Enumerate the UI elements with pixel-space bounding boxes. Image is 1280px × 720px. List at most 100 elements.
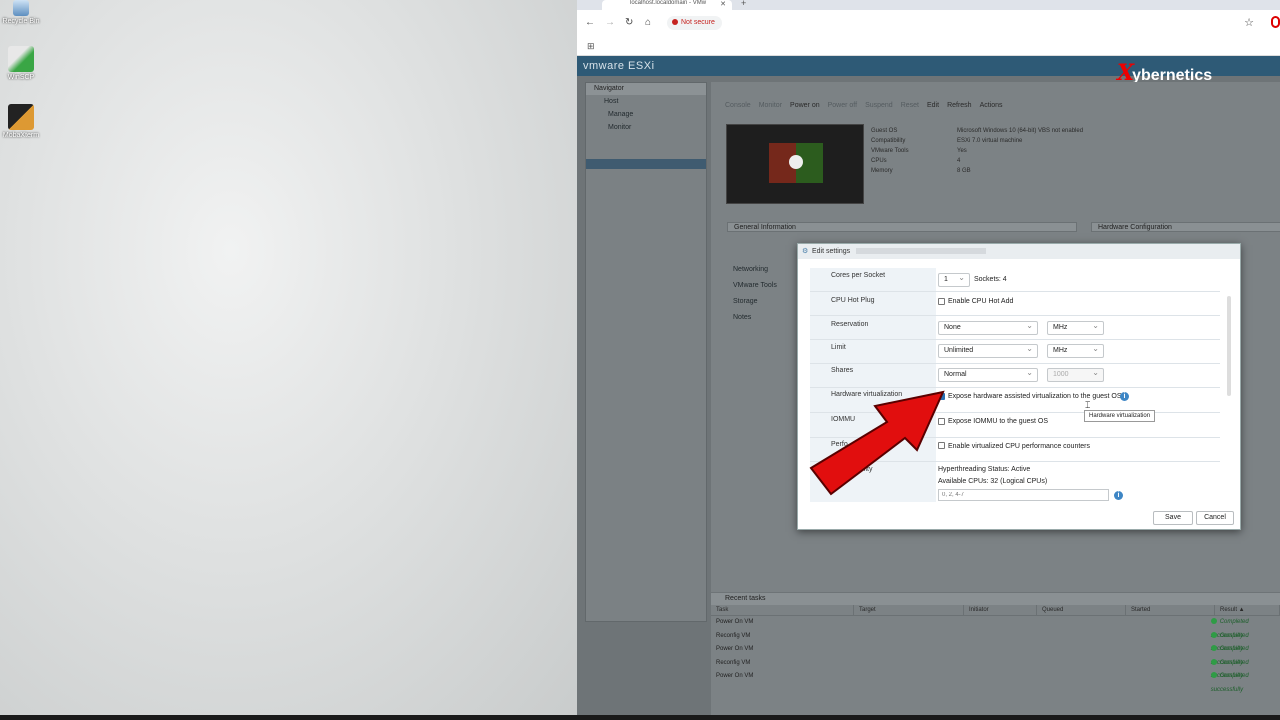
limit-unit-select[interactable]: MHz xyxy=(1047,343,1104,358)
task-name: Power On VM xyxy=(716,673,754,679)
task-row[interactable]: Reconfig VM Completed successfully xyxy=(711,657,1280,680)
info-icon[interactable]: i xyxy=(1120,392,1129,401)
prop-value: ESXi 7.0 virtual machine xyxy=(957,138,1023,144)
vm-toolbar: Console Monitor Power on Power off Suspe… xyxy=(725,102,1003,109)
col-queued[interactable]: Queued xyxy=(1037,605,1126,615)
power-off-button[interactable]: Power off xyxy=(828,102,857,109)
dialog-title: Edit settings xyxy=(812,248,851,255)
row-value: Expose IOMMU to the guest OS xyxy=(936,413,1220,437)
vm-name-redacted xyxy=(856,248,987,254)
dialog-scrollbar[interactable] xyxy=(1227,296,1231,396)
vm-console-thumbnail[interactable] xyxy=(726,124,864,204)
nav-item-selected[interactable] xyxy=(586,159,706,169)
suspend-button[interactable]: Suspend xyxy=(865,102,893,109)
shares-label: Shares xyxy=(831,367,854,374)
col-task[interactable]: Task xyxy=(711,605,854,615)
apps-grid-icon[interactable]: ⊞ xyxy=(587,41,595,52)
tab-title: localhost.localdomain - VMw xyxy=(630,0,707,6)
networking-item[interactable]: Networking xyxy=(733,262,777,278)
limit-label: Limit xyxy=(831,344,846,351)
desktop-icon-winscp[interactable]: WinSCP xyxy=(2,46,40,81)
task-row[interactable]: Power On VM Completed successfully xyxy=(711,616,1280,639)
back-icon[interactable]: ← xyxy=(585,17,595,28)
row-value: Enable CPU Hot Add xyxy=(936,292,1220,315)
reservation-select[interactable]: None xyxy=(938,320,1038,335)
new-tab-button[interactable]: + xyxy=(741,0,746,8)
console-button[interactable]: Console xyxy=(725,102,751,109)
storage-item[interactable]: Storage xyxy=(733,294,777,310)
bookmarks-bar: ⊞ xyxy=(577,36,1280,56)
desktop: Recycle Bin WinSCP MobaXterm xyxy=(0,0,577,716)
cpu-hot-add-label: Enable CPU Hot Add xyxy=(948,298,1014,305)
reset-button[interactable]: Reset xyxy=(901,102,919,109)
limit-select[interactable]: Unlimited xyxy=(938,343,1038,358)
nav-item-host[interactable]: Host xyxy=(586,95,706,108)
dialog-title-bar: ⚙ Edit settings xyxy=(798,244,1240,259)
cores-per-socket-select[interactable]: 1 xyxy=(938,272,970,287)
opera-icon[interactable] xyxy=(1271,16,1280,28)
task-name: Reconfig VM xyxy=(716,632,751,639)
general-info-list: Networking VMware Tools Storage Notes xyxy=(733,262,777,326)
actions-button[interactable]: Actions xyxy=(980,102,1003,109)
affinity-input[interactable] xyxy=(938,489,1109,501)
bookmark-star-icon[interactable]: ☆ xyxy=(1244,16,1254,29)
task-row[interactable]: Reconfig VM Completed successfully xyxy=(711,630,1280,653)
address-bar: ← → ↻ ⌂ Not secure ☆ xyxy=(577,10,1280,36)
recent-tasks-panel: Recent tasks Task Target Initiator Queue… xyxy=(711,593,1280,716)
nav-item-manage[interactable]: Manage xyxy=(586,108,706,121)
hardware-configuration-header[interactable]: Hardware Configuration xyxy=(1091,222,1280,232)
cancel-button[interactable]: Cancel xyxy=(1196,511,1234,525)
navigator-pane: Navigator Host Manage Monitor xyxy=(585,82,707,622)
nav-item-monitor[interactable]: Monitor xyxy=(586,121,706,134)
col-initiator[interactable]: Initiator xyxy=(964,605,1037,615)
prop-label: Compatibility xyxy=(871,138,906,144)
vmware-tools-item[interactable]: VMware Tools xyxy=(733,278,777,294)
forward-icon[interactable]: → xyxy=(605,17,615,28)
red-arrow-icon xyxy=(809,390,945,496)
desktop-icon-mobaxterm[interactable]: MobaXterm xyxy=(2,104,40,139)
row-value: Expose hardware assisted virtualization … xyxy=(936,388,1220,412)
row-value: None MHz xyxy=(936,316,1220,339)
edit-button[interactable]: Edit xyxy=(927,102,939,109)
save-button[interactable]: Save xyxy=(1153,511,1193,525)
security-indicator[interactable]: Not secure xyxy=(667,16,722,30)
expose-hw-virtualization-label: Expose hardware assisted virtualization … xyxy=(948,393,1122,400)
reload-icon[interactable]: ↻ xyxy=(625,17,633,28)
notes-item[interactable]: Notes xyxy=(733,310,777,326)
reservation-unit-select[interactable]: MHz xyxy=(1047,320,1104,335)
prop-value: Yes xyxy=(957,148,967,154)
refresh-button[interactable]: Refresh xyxy=(947,102,972,109)
cpu-hot-plug-row: CPU Hot Plug Enable CPU Hot Add xyxy=(810,292,1220,316)
col-started[interactable]: Started xyxy=(1126,605,1215,615)
recycle-bin-icon xyxy=(13,0,29,16)
general-information-header[interactable]: General Information xyxy=(727,222,1077,232)
col-result[interactable]: Result ▲ xyxy=(1215,605,1280,615)
prop-label: Guest OS xyxy=(871,128,898,134)
row-value: Hyperthreading Status: Active Available … xyxy=(936,462,1220,502)
info-icon[interactable]: i xyxy=(1114,491,1123,500)
desktop-icon-recycle-bin[interactable]: Recycle Bin xyxy=(2,0,40,25)
task-name: Reconfig VM xyxy=(716,659,751,666)
mouse-cursor-icon: ⌶ xyxy=(1085,400,1091,410)
navigator-title: Navigator xyxy=(586,83,706,95)
esxi-header: vmware ESXi Xybernetics xyxy=(577,56,1280,86)
shares-select[interactable]: Normal xyxy=(938,367,1038,382)
warning-icon xyxy=(672,19,678,25)
cpu-hot-add-checkbox[interactable] xyxy=(938,298,945,305)
home-icon[interactable]: ⌂ xyxy=(645,17,651,28)
cores-per-socket-label: Cores per Socket xyxy=(831,272,886,279)
row-value: 1 Sockets: 4 xyxy=(936,268,1220,291)
col-target[interactable]: Target xyxy=(854,605,964,615)
power-on-button[interactable]: Power on xyxy=(790,102,820,109)
task-result: Completed successfully xyxy=(1211,630,1280,653)
hardware-virtualization-tooltip: Hardware virtualization xyxy=(1084,410,1156,422)
task-row[interactable]: Power On VM Completed successfully xyxy=(711,643,1280,666)
browser-tab[interactable]: localhost.localdomain - VMw ✕ xyxy=(602,0,732,10)
row-value: Unlimited MHz xyxy=(936,340,1220,363)
monitor-button[interactable]: Monitor xyxy=(759,102,782,109)
prop-value: 8 GB xyxy=(957,168,971,174)
close-tab-icon[interactable]: ✕ xyxy=(720,0,726,8)
prop-label: Memory xyxy=(871,168,893,174)
task-row[interactable]: Power On VM Completed successfully xyxy=(711,670,1280,693)
shares-amount-select[interactable]: 1000 xyxy=(1047,367,1104,382)
